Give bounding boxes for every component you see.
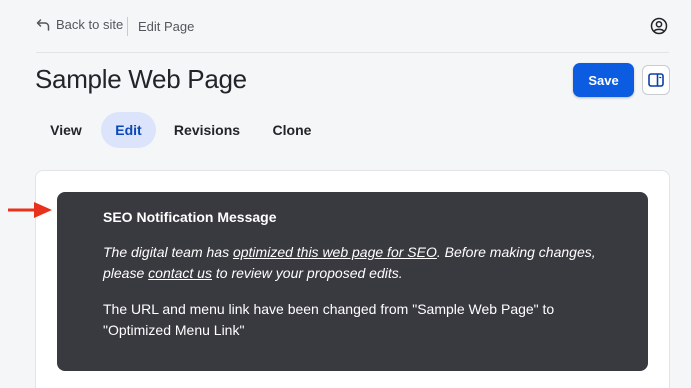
back-to-site-link[interactable]: Back to site [36, 17, 123, 32]
red-arrow-icon [8, 202, 52, 218]
tab-revisions[interactable]: Revisions [164, 112, 250, 148]
breadcrumb-current: Edit Page [138, 19, 195, 34]
save-button[interactable]: Save [573, 63, 634, 97]
notification-message: The digital team has optimized this web … [103, 242, 623, 284]
header-divider [36, 52, 669, 53]
contact-us-link[interactable]: contact us [148, 265, 212, 281]
top-bar: Back to site Edit Page [0, 0, 691, 52]
tab-clone[interactable]: Clone [261, 112, 323, 148]
back-link-label: Back to site [56, 17, 124, 32]
seo-notification: SEO Notification Message The digital tea… [57, 192, 648, 371]
url-change-message: The URL and menu link have been changed … [103, 301, 555, 338]
user-circle-icon[interactable] [650, 17, 668, 35]
tab-edit[interactable]: Edit [101, 112, 156, 148]
seo-optimized-link[interactable]: optimized this web page for SEO [233, 244, 437, 260]
message-text: The digital team has [103, 244, 233, 260]
sidebar-toggle-icon [648, 73, 664, 87]
toggle-sidebar-button[interactable] [642, 65, 670, 95]
tab-view[interactable]: View [35, 112, 97, 148]
message-text: to review your proposed edits. [211, 265, 403, 281]
breadcrumb-divider [127, 17, 128, 36]
page-title: Sample Web Page [35, 64, 247, 94]
return-arrow-icon [36, 18, 50, 31]
notification-title: SEO Notification Message [103, 209, 277, 225]
